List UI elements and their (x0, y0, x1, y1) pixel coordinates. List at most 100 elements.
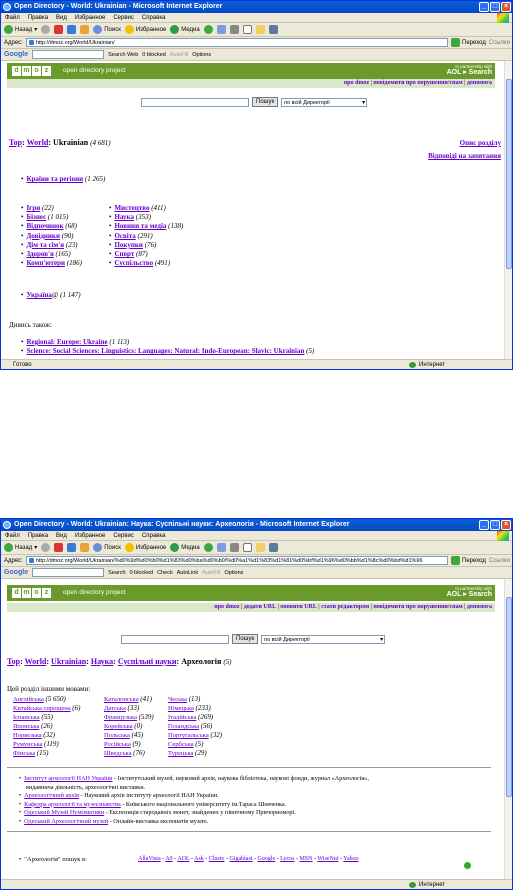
language-link[interactable]: Фінська (13, 750, 35, 757)
category-link[interactable]: Довідники (26, 232, 60, 240)
forward-icon[interactable] (41, 25, 51, 34)
menu-tools[interactable]: Сервис (113, 13, 134, 22)
search-input[interactable] (141, 97, 249, 107)
language-link[interactable]: Японська (13, 723, 39, 730)
vertical-scrollbar[interactable] (504, 579, 512, 879)
menu-help[interactable]: Справка (142, 531, 166, 540)
dmoz-logo[interactable]: dmoz (12, 66, 51, 76)
address-input[interactable]: http://dmoz.org/World/Ukrainian/ (25, 38, 449, 47)
search-input[interactable] (121, 634, 229, 644)
popup-blocked-label[interactable]: 0 blocked (130, 570, 154, 576)
breadcrumb-top[interactable]: Top (9, 138, 22, 147)
link-category-description[interactable]: Опис розділу (460, 139, 501, 147)
language-link[interactable]: Голандська (168, 723, 199, 730)
engine-link[interactable]: Lycos (280, 856, 294, 862)
minimize-button[interactable]: _ (479, 2, 489, 12)
edit-icon[interactable] (242, 543, 252, 552)
language-link[interactable]: Румунська (13, 741, 42, 748)
print-icon[interactable] (229, 25, 239, 34)
engine-link[interactable]: Ask (194, 856, 204, 862)
forward-icon[interactable] (41, 543, 51, 552)
minimize-button[interactable]: _ (479, 520, 489, 530)
site-link[interactable]: Археологічний архів (24, 792, 79, 799)
category-link[interactable]: Комп'ютери (26, 259, 65, 267)
menu-file[interactable]: Файл (5, 531, 20, 540)
engine-link[interactable]: Gigablast (229, 856, 252, 862)
link-about-dmoz[interactable]: про dmoz (344, 80, 369, 86)
language-link[interactable]: Датська (104, 705, 126, 712)
link-add-url[interactable]: додати URL (244, 604, 276, 610)
google-search-input[interactable] (32, 50, 105, 59)
media-button[interactable]: Медиа (170, 543, 200, 552)
category-link[interactable]: Дім та сім'я (26, 241, 64, 249)
mail-icon[interactable] (216, 543, 226, 552)
see-also-link[interactable]: Science: Social Sciences: Linguistics: L… (26, 347, 304, 355)
language-link[interactable]: Французька (104, 714, 137, 721)
category-link[interactable]: Здоров'я (26, 250, 53, 258)
category-link[interactable]: Новини та медіа (114, 222, 166, 230)
home-icon[interactable] (80, 25, 90, 34)
language-link[interactable]: Іспанська (13, 714, 40, 721)
language-link[interactable]: Корейська (104, 723, 133, 730)
mail-icon[interactable] (216, 25, 226, 34)
engine-link[interactable]: MSN (299, 856, 312, 862)
go-button[interactable]: Переход (451, 38, 486, 47)
breadcrumb-world[interactable]: World (27, 138, 49, 147)
aol-search-logo[interactable]: In partnership with AOL ▸ Search (447, 586, 492, 598)
language-link[interactable]: Польська (104, 732, 130, 739)
language-link[interactable]: Чеська (168, 696, 187, 703)
back-button[interactable]: Назад ▾ (4, 25, 37, 34)
language-link[interactable]: Російська (104, 741, 131, 748)
scrollbar-thumb[interactable] (506, 79, 512, 269)
title-bar[interactable]: Open Directory - World: Ukrainian: Наука… (1, 519, 512, 531)
category-link[interactable]: Спорт (114, 250, 134, 258)
site-link[interactable]: Одеський Музей Нумізматики (24, 809, 104, 816)
engine-link[interactable]: A9 (165, 856, 172, 862)
menu-favorites[interactable]: Избранное (75, 531, 105, 540)
engine-link[interactable]: Yahoo (343, 856, 358, 862)
link-regions[interactable]: Країни та регіони (26, 175, 83, 183)
edit-icon[interactable] (242, 25, 252, 34)
category-link[interactable]: Ігри (26, 204, 40, 212)
category-link[interactable]: Суспільство (114, 259, 153, 267)
category-link[interactable]: Освіта (114, 232, 135, 240)
print-icon[interactable] (229, 543, 239, 552)
menu-edit[interactable]: Правка (28, 13, 48, 22)
category-link[interactable]: Покупки (114, 241, 142, 249)
search-scope-select[interactable]: по всій Директорії (281, 97, 368, 107)
favorites-button[interactable]: Избранное (124, 543, 166, 552)
google-search-input[interactable] (32, 568, 105, 577)
language-link[interactable]: Каталонська (104, 696, 139, 703)
maximize-button[interactable]: □ (490, 520, 500, 530)
search-submit-button[interactable]: Пошук (252, 97, 279, 107)
engine-link[interactable]: Google (257, 856, 275, 862)
menu-edit[interactable]: Правка (28, 531, 48, 540)
options-button[interactable]: Options (224, 570, 243, 576)
engine-link[interactable]: AOL (177, 856, 189, 862)
address-input[interactable]: http://dmoz.org/World/Ukrainian/%d0%9d%d… (25, 556, 449, 565)
home-icon[interactable] (80, 543, 90, 552)
favorites-button[interactable]: Избранное (124, 25, 166, 34)
close-button[interactable]: × (501, 2, 511, 12)
messenger-icon[interactable] (268, 25, 278, 34)
link-faq[interactable]: Відповіді на запитання (428, 152, 501, 160)
site-link[interactable]: Інститут археології НАН України (24, 775, 112, 782)
language-link[interactable]: Шведська (104, 750, 132, 757)
menu-view[interactable]: Вид (56, 13, 67, 22)
engine-link[interactable]: Clusty (209, 856, 225, 862)
autofill-button[interactable]: AutoFill (170, 52, 188, 58)
close-button[interactable]: × (501, 520, 511, 530)
messenger-icon[interactable] (268, 543, 278, 552)
breadcrumb-science[interactable]: Наука (91, 657, 113, 666)
search-scope-select[interactable]: по всій Директорії (261, 634, 386, 644)
language-link[interactable]: Німецька (168, 705, 194, 712)
site-link[interactable]: Кафедра археології та музеєзнавства (24, 801, 121, 808)
see-also-link[interactable]: Regional: Europe: Ukraine (26, 338, 107, 346)
link-help[interactable]: допомога (467, 80, 492, 86)
language-link[interactable]: Сербська (168, 741, 194, 748)
go-button[interactable]: Переход (451, 556, 486, 565)
link-become-editor[interactable]: стати редактором (321, 604, 369, 610)
aol-search-logo[interactable]: In partnership with AOL ▸ Search (447, 64, 492, 76)
options-button[interactable]: Options (192, 52, 211, 58)
search-submit-button[interactable]: Пошук (232, 634, 259, 644)
